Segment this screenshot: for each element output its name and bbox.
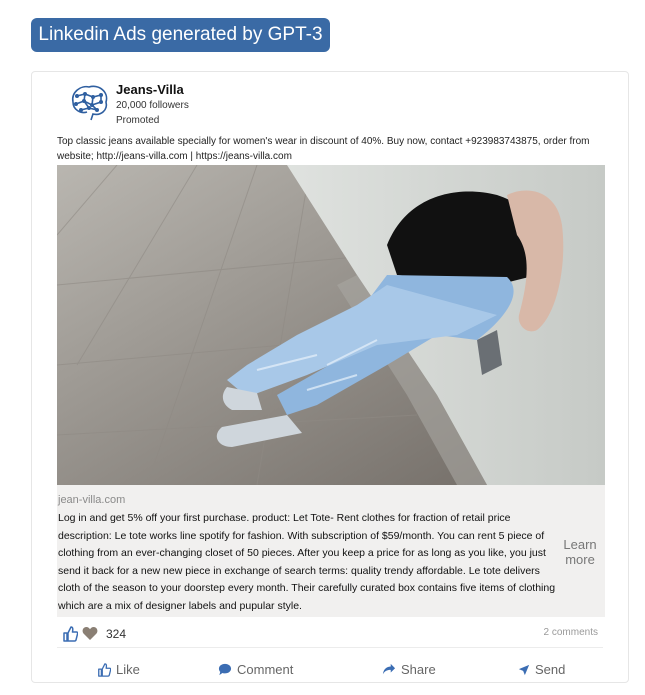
comment-bubble-icon — [218, 663, 232, 676]
linkedin-ad-card: Jeans-Villa 20,000 followers Promoted To… — [31, 71, 629, 683]
follower-count: 20,000 followers — [116, 100, 189, 111]
reaction-count: 324 — [106, 627, 127, 641]
ad-photo[interactable] — [57, 165, 605, 485]
heart-icon — [82, 627, 98, 640]
like-label: Like — [116, 662, 140, 677]
comment-label: Comment — [237, 662, 294, 677]
page-heading: Linkedin Ads generated by GPT-3 — [31, 18, 330, 52]
thumbs-up-icon — [63, 626, 78, 642]
brain-logo-icon — [71, 85, 108, 121]
promoted-label: Promoted — [116, 115, 160, 126]
ad-details[interactable]: jean-villa.com Log in and get 5% off you… — [57, 485, 605, 617]
send-plane-icon — [518, 664, 530, 675]
send-button[interactable]: Send — [518, 662, 565, 677]
company-name[interactable]: Jeans-Villa — [116, 82, 184, 97]
like-button[interactable]: Like — [97, 662, 140, 677]
comment-button[interactable]: Comment — [218, 662, 293, 677]
send-label: Send — [535, 662, 566, 677]
divider — [57, 647, 603, 648]
ad-description: Log in and get 5% off your first purchas… — [58, 512, 556, 612]
thumbs-up-outline-icon — [98, 662, 111, 677]
post-text: Top classic jeans available specially fo… — [57, 136, 590, 162]
share-label: Share — [401, 662, 436, 677]
woman-in-jeans-photo-icon — [57, 165, 605, 485]
share-arrow-icon — [382, 663, 396, 675]
share-button[interactable]: Share — [382, 662, 436, 677]
comments-count[interactable]: 2 comments — [544, 627, 598, 638]
ad-domain[interactable]: jean-villa.com — [58, 494, 125, 506]
learn-more-button[interactable]: Learn more — [561, 537, 599, 567]
